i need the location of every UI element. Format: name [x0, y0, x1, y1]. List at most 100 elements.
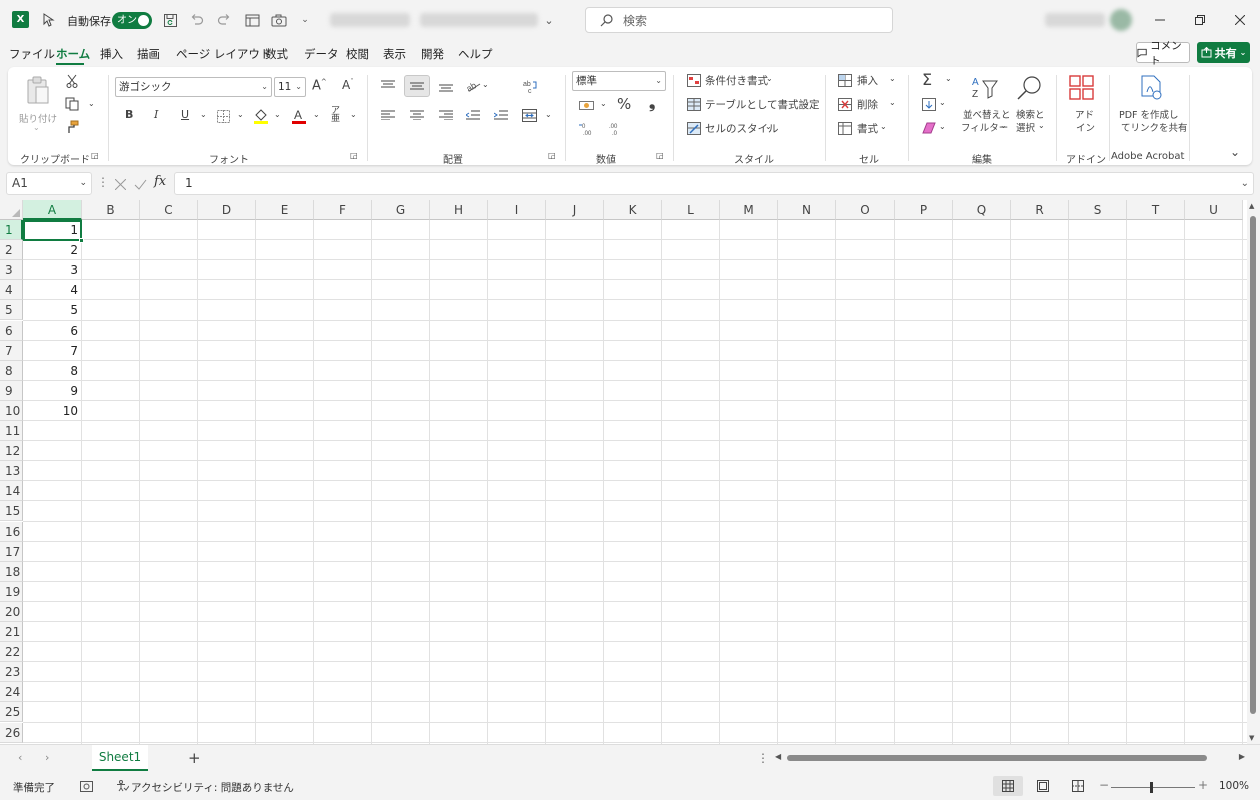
add-sheet-button[interactable]: + [188, 749, 201, 767]
conditional-format-label[interactable]: 条件付き書式 [705, 73, 768, 88]
column-header-h[interactable]: H [430, 200, 488, 220]
next-sheet-icon[interactable]: › [45, 751, 49, 764]
increase-decimal-icon[interactable]: 0.00 [578, 121, 596, 135]
cell-a10[interactable]: 10 [24, 401, 81, 421]
column-header-u[interactable]: U [1185, 200, 1243, 220]
collapse-ribbon-icon[interactable]: ⌄ [1230, 145, 1240, 159]
row-header-12[interactable]: 12 [0, 441, 23, 462]
find-select-label-2[interactable]: 選択 [1016, 120, 1035, 134]
tab-draw[interactable]: 描画 [137, 46, 160, 62]
close-icon[interactable] [1230, 10, 1250, 30]
splitter-handle-icon[interactable]: ⋮ [757, 751, 769, 765]
column-header-i[interactable]: I [488, 200, 546, 220]
title-dropdown-icon[interactable]: ⌄ [540, 11, 558, 29]
tab-page-layout[interactable]: ページ レイアウト [176, 46, 271, 62]
find-select-dropdown-icon[interactable]: ⌄ [1038, 121, 1045, 130]
accounting-format-icon[interactable] [578, 98, 596, 112]
column-header-s[interactable]: S [1069, 200, 1127, 220]
merge-dropdown-icon[interactable]: ⌄ [545, 110, 552, 119]
cell-a8[interactable]: 8 [24, 361, 81, 381]
copy-dropdown-icon[interactable]: ⌄ [88, 99, 95, 108]
create-pdf-icon[interactable] [1137, 74, 1165, 102]
accessibility-icon[interactable] [115, 780, 129, 792]
comma-style-button[interactable]: ❟ [649, 93, 655, 113]
align-center-icon[interactable] [408, 107, 426, 123]
column-header-d[interactable]: D [198, 200, 256, 220]
tab-home[interactable]: ホーム [56, 46, 90, 62]
copy-icon[interactable] [64, 96, 80, 112]
addins-label-2[interactable]: イン [1076, 120, 1095, 134]
format-cells-dropdown-icon[interactable]: ⌄ [880, 122, 887, 131]
row-header-20[interactable]: 20 [0, 601, 23, 622]
expand-formula-icon[interactable]: ⌄ [1241, 173, 1249, 194]
confirm-entry-icon[interactable] [132, 176, 148, 192]
row-header-24[interactable]: 24 [0, 682, 23, 703]
sort-filter-dropdown-icon[interactable]: ⌄ [1000, 121, 1007, 130]
align-right-icon[interactable] [437, 107, 455, 123]
orientation-dropdown-icon[interactable]: ⌄ [482, 80, 489, 89]
increase-indent-icon[interactable] [492, 107, 510, 123]
minimize-icon[interactable] [1150, 10, 1170, 30]
select-pointer-icon[interactable] [40, 11, 58, 29]
cell-a2[interactable]: 2 [24, 240, 81, 260]
font-name-combo[interactable]: 游ゴシック ⌄ [115, 77, 272, 97]
column-header-k[interactable]: K [604, 200, 662, 220]
number-format-combo[interactable]: 標準 ⌄ [572, 71, 666, 91]
comment-button[interactable]: コメント [1136, 40, 1190, 67]
zoom-in-button[interactable]: + [1198, 778, 1208, 792]
format-as-table-icon[interactable] [686, 96, 702, 112]
column-header-m[interactable]: M [720, 200, 778, 220]
spreadsheet-grid[interactable]: A B C D E F G H I J K L M N O P Q R S T U 1 2 3 4 5 6 7 8 9 10 11 12 13 14… [0, 200, 1260, 744]
clear-dropdown-icon[interactable]: ⌄ [939, 122, 946, 131]
more-options-icon[interactable]: ⋮ [97, 175, 109, 189]
row-header-19[interactable]: 19 [0, 581, 23, 602]
cancel-entry-icon[interactable] [112, 176, 128, 192]
undo-icon[interactable] [188, 11, 206, 29]
format-as-table-dropdown-icon[interactable]: ⌄ [803, 98, 810, 107]
scroll-left-icon[interactable]: ◀ [775, 752, 781, 761]
column-header-e[interactable]: E [256, 200, 314, 220]
row-header-16[interactable]: 16 [0, 521, 23, 542]
paste-dropdown-icon[interactable]: ⌄ [33, 123, 40, 132]
tab-view[interactable]: 表示 [383, 46, 406, 62]
clipboard-launcher-icon[interactable]: ◲ [91, 151, 99, 160]
autosave-toggle[interactable]: オン [112, 12, 152, 29]
cell-styles-dropdown-icon[interactable]: ⌄ [765, 122, 772, 131]
column-header-o[interactable]: O [836, 200, 895, 220]
row-header-8[interactable]: 8 [0, 360, 23, 381]
tab-data[interactable]: データ [304, 46, 339, 62]
name-box-dropdown-icon[interactable]: ⌄ [79, 173, 87, 194]
addins-icon[interactable] [1068, 74, 1096, 102]
row-header-18[interactable]: 18 [0, 561, 23, 582]
column-header-g[interactable]: G [372, 200, 430, 220]
accessibility-status[interactable]: アクセシビリティ: 問題ありません [131, 780, 294, 795]
format-cells-label[interactable]: 書式 [857, 121, 878, 136]
format-painter-icon[interactable] [64, 119, 80, 135]
accounting-dropdown-icon[interactable]: ⌄ [600, 99, 607, 108]
row-header-5[interactable]: 5 [0, 300, 23, 321]
prev-sheet-icon[interactable]: ‹ [18, 751, 22, 764]
borders-icon[interactable] [216, 109, 230, 123]
sort-filter-icon[interactable]: AZ [969, 74, 999, 102]
row-header-6[interactable]: 6 [0, 320, 23, 341]
create-pdf-label-2[interactable]: てリンクを共有 [1121, 120, 1188, 134]
column-header-c[interactable]: C [140, 200, 198, 220]
cell-styles-icon[interactable] [686, 120, 702, 136]
insert-function-button[interactable]: fx [154, 174, 166, 189]
borders-dropdown-icon[interactable]: ⌄ [237, 110, 244, 119]
conditional-format-icon[interactable] [686, 72, 702, 88]
find-select-label-1[interactable]: 検索と [1016, 107, 1045, 121]
page-break-view-icon[interactable] [1063, 776, 1093, 796]
clear-icon[interactable] [921, 120, 937, 136]
row-header-14[interactable]: 14 [0, 481, 23, 502]
align-middle-icon[interactable] [404, 75, 430, 97]
zoom-slider[interactable] [1111, 787, 1195, 788]
paste-icon[interactable] [22, 75, 54, 107]
cell-a5[interactable]: 5 [24, 300, 81, 320]
font-color-icon[interactable]: A [291, 107, 307, 125]
row-header-21[interactable]: 21 [0, 622, 23, 642]
column-header-b[interactable]: B [82, 200, 140, 220]
grow-font-icon[interactable]: A^ [312, 78, 327, 93]
tab-review[interactable]: 校閲 [346, 46, 369, 62]
row-header-7[interactable]: 7 [0, 340, 23, 361]
